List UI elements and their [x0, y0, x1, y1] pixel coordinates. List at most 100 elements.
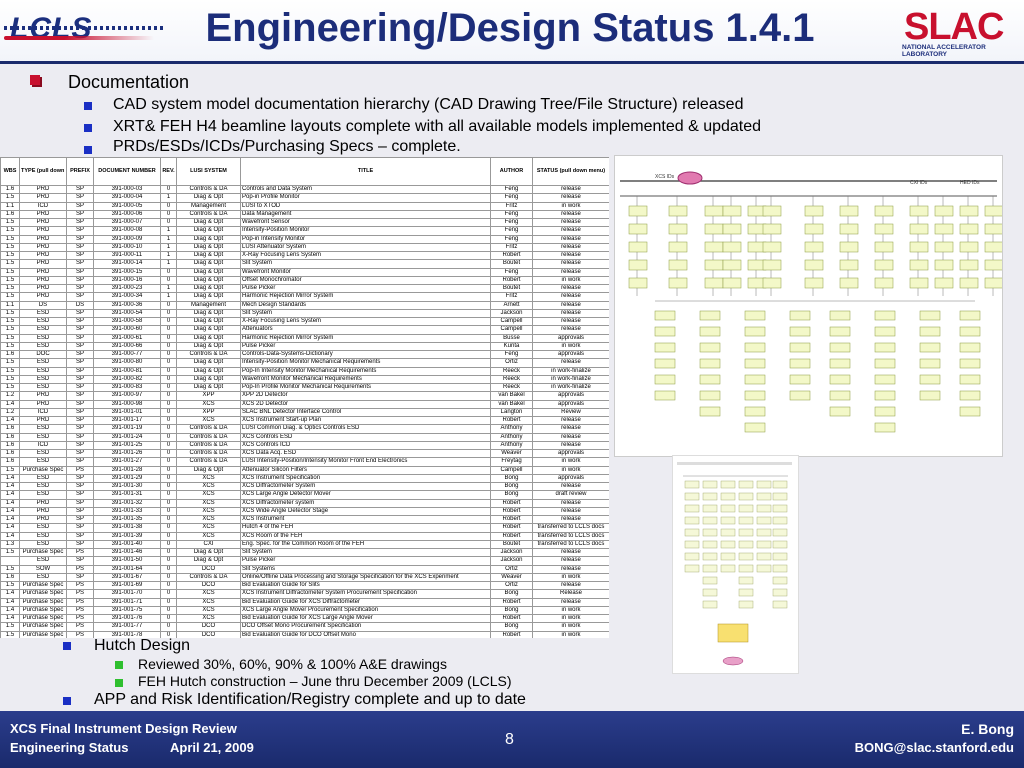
- hutch-node: [702, 528, 718, 537]
- table-cell: 0: [160, 448, 177, 459]
- table-cell: SP: [66, 358, 94, 368]
- footer-author: E. Bong: [961, 721, 1014, 737]
- hutch-node: [684, 552, 700, 561]
- table-cell: 1.4: [0, 605, 20, 616]
- table-cell: 1.3: [0, 539, 20, 550]
- tree-node: [704, 259, 724, 271]
- table-cell: 391-001-24: [93, 432, 161, 442]
- table-cell: 0: [160, 300, 177, 310]
- table-cell: Diag & Opt: [176, 226, 241, 236]
- table-row: 1.5 ESD SP 391-000-83 0 Diag & Opt Pop-In Prof…: [0, 382, 609, 393]
- bullet-reviewed: Reviewed 30%, 60%, 90% & 100% A&E drawin…: [138, 656, 447, 672]
- table-cell: 0: [160, 465, 177, 475]
- table-cell: van Bakel: [490, 399, 533, 409]
- table-cell: Reeck: [490, 366, 533, 376]
- table-cell: PRD: [19, 514, 67, 525]
- table-cell: Robert: [490, 250, 533, 261]
- table-cell: 1.4: [0, 597, 20, 607]
- table-cell: 1.5: [0, 259, 20, 269]
- tree-node: [934, 223, 954, 235]
- table-cell: 0: [160, 391, 177, 401]
- table-cell: in work: [532, 201, 609, 211]
- tree-node: [839, 241, 859, 253]
- table-cell: 1: [160, 226, 177, 236]
- hutch-node: [702, 564, 718, 573]
- table-cell: 391-001-17: [93, 415, 161, 426]
- table-cell: 391-001-64: [93, 564, 161, 574]
- table-cell: release: [532, 564, 609, 574]
- table-cell: Controls & DA: [176, 457, 241, 467]
- tree-node: [628, 205, 648, 217]
- table-cell: 1.4: [0, 613, 20, 624]
- tree-node: [829, 342, 851, 353]
- tree-node: [699, 390, 721, 401]
- hutch-node: [756, 516, 772, 525]
- table-cell: 1: [160, 292, 177, 302]
- table-cell: 0: [160, 399, 177, 409]
- table-cell: Pulse Picker: [240, 341, 491, 352]
- tree-node: [959, 223, 979, 235]
- table-cell: release: [532, 300, 609, 310]
- table-cell: SP: [66, 440, 94, 451]
- table-cell: LUSI Attenuator System: [240, 242, 491, 253]
- table-cell: Wavefront Monitor: [240, 267, 491, 277]
- table-cell: SP: [66, 333, 94, 343]
- table-cell: 1.6: [0, 432, 20, 442]
- hutch-node: [738, 492, 754, 501]
- tree-node: [744, 358, 766, 369]
- table-cell: release: [532, 209, 609, 220]
- table-cell: Wavefront Sensor: [240, 217, 491, 228]
- table-cell: Controls & DA: [176, 440, 241, 451]
- hutch-node: [738, 588, 754, 597]
- table-cell: 1.6: [0, 209, 20, 220]
- table-cell: Diag & Opt: [176, 234, 241, 244]
- table-cell: 391-000-36: [93, 300, 161, 310]
- table-cell: 391-000-04: [93, 193, 161, 203]
- table-cell: 0: [160, 209, 177, 220]
- tree-node: [804, 259, 824, 271]
- table-cell: 391-001-39: [93, 531, 161, 541]
- table-body: 1.6 PRD SP 391-000-03 0 Controls & DA Controls…: [0, 184, 609, 638]
- table-cell: 1.5: [0, 374, 20, 385]
- table-cell: 391-001-40: [93, 539, 161, 550]
- table-cell: SP: [66, 308, 94, 319]
- table-cell: XPP: [176, 391, 241, 401]
- table-cell: ESD: [19, 481, 67, 492]
- tree-node: [744, 342, 766, 353]
- table-cell: Diag & Opt: [176, 275, 241, 286]
- tree-node: [874, 241, 894, 253]
- table-cell: 0: [160, 333, 177, 343]
- hutch-node: [756, 492, 772, 501]
- table-cell: Diag & Opt: [176, 242, 241, 253]
- table-cell: ICD: [19, 440, 67, 451]
- table-row: 1.5 Purchase Spec PS 391-001-78 0 DCO Bid Eval…: [0, 630, 609, 638]
- tree-node: [762, 241, 782, 253]
- tree-node: [984, 259, 1004, 271]
- table-cell: SP: [66, 514, 94, 525]
- table-cell: 1.5: [0, 630, 20, 638]
- table-cell: 0: [160, 514, 177, 525]
- table-row: 1.4 ESD SP 391-001-30 0 XCS XCS Diffractometer…: [0, 481, 609, 492]
- tree-node: [839, 259, 859, 271]
- table-cell: SP: [66, 234, 94, 244]
- table-cell: in work-finalize: [532, 374, 609, 385]
- hutch-node: [720, 480, 736, 489]
- tree-node: [959, 241, 979, 253]
- table-cell: PRD: [19, 267, 67, 277]
- table-cell: Slit Systems: [240, 564, 491, 574]
- table-cell: Hutch 4 of the FEH: [240, 523, 491, 533]
- table-cell: SP: [66, 259, 94, 269]
- table-cell: Offset Monochromator: [240, 275, 491, 286]
- tree-node: [919, 374, 941, 385]
- table-cell: Attenuator Silicon Filters: [240, 465, 491, 475]
- table-cell: Data Management: [240, 209, 491, 220]
- table-cell: Controls & DA: [176, 209, 241, 220]
- hutch-node: [772, 504, 788, 513]
- table-cell: release: [532, 242, 609, 253]
- tree-node: [919, 310, 941, 321]
- table-cell: 1: [160, 234, 177, 244]
- table-cell: 0: [160, 523, 177, 533]
- table-cell: Campell: [490, 465, 533, 475]
- lcls-logo: LCLS: [10, 12, 93, 45]
- table-cell: DCO: [176, 564, 241, 574]
